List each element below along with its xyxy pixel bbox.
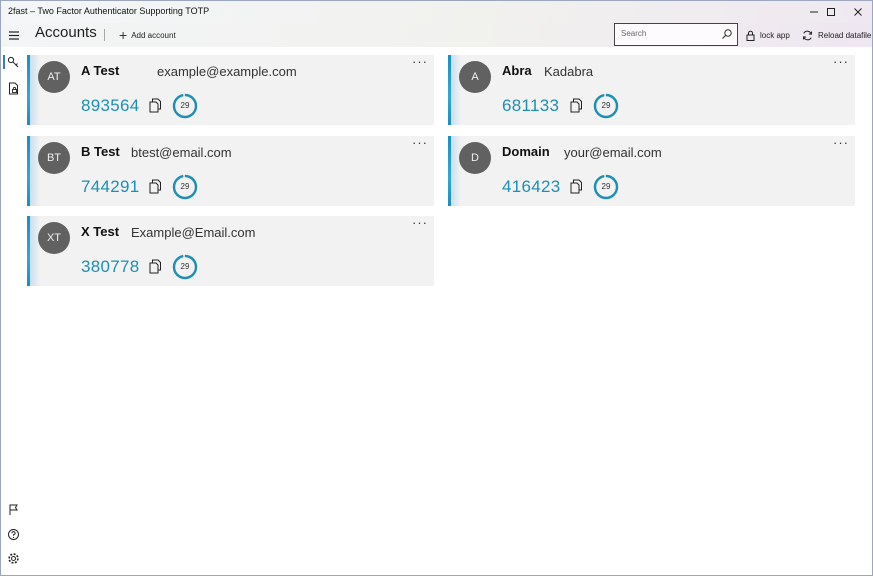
account-label: A Test	[81, 63, 120, 78]
account-avatar: A	[459, 61, 491, 93]
timer-ring: 29	[593, 93, 619, 119]
totp-code[interactable]: 380778	[81, 257, 140, 277]
account-name: Kadabra	[544, 64, 594, 79]
account-name: Example@Email.com	[131, 225, 256, 240]
totp-code[interactable]: 681133	[502, 96, 559, 116]
reload-datafile-label: Reload datafile	[818, 30, 872, 40]
card-accent-glow	[30, 136, 40, 206]
account-avatar: BT	[38, 142, 70, 174]
timer-ring: 29	[172, 174, 198, 200]
card-accent-glow	[451, 136, 461, 206]
timer-ring: 29	[172, 93, 198, 119]
add-account-button[interactable]: + Add account	[119, 27, 176, 43]
account-avatar: XT	[38, 222, 70, 254]
account-avatar: D	[459, 142, 491, 174]
copy-icon[interactable]	[149, 179, 162, 194]
refresh-icon	[802, 30, 813, 40]
more-options-button[interactable]: ···	[412, 136, 428, 149]
copy-icon[interactable]	[149, 98, 162, 113]
lock-app-label: lock app	[760, 30, 790, 40]
add-account-label: Add account	[131, 30, 176, 40]
settings-gear-icon[interactable]	[7, 552, 20, 565]
account-avatar: AT	[38, 61, 70, 93]
timer-ring: 29	[172, 254, 198, 280]
command-bar: Accounts + Add account Search lock app R…	[1, 23, 872, 47]
document-lock-icon[interactable]	[7, 82, 20, 95]
more-options-button[interactable]: ···	[412, 216, 428, 229]
totp-code[interactable]: 744291	[81, 177, 140, 197]
title-bar: 2fast – Two Factor Authenticator Support…	[1, 1, 872, 23]
account-name: your@email.com	[564, 145, 662, 160]
lock-app-button[interactable]: lock app	[746, 27, 790, 43]
account-label: B Test	[81, 144, 120, 159]
card-accent-glow	[30, 55, 40, 125]
card-accent-glow	[30, 216, 40, 286]
account-name: example@example.com	[157, 64, 297, 79]
timer-seconds: 29	[601, 182, 611, 191]
copy-icon[interactable]	[570, 98, 583, 113]
more-options-button[interactable]: ···	[833, 55, 849, 68]
account-label: X Test	[81, 224, 120, 239]
app-window: 2fast – Two Factor Authenticator Support…	[0, 0, 873, 576]
timer-ring: 29	[593, 174, 619, 200]
reload-datafile-button[interactable]: Reload datafile	[802, 27, 871, 43]
account-card[interactable]: A Abra Kadabra 681133 29 ···	[448, 55, 855, 125]
hamburger-menu-button[interactable]	[7, 28, 21, 42]
account-card[interactable]: D Domain your@email.com 416423 29 ···	[448, 136, 855, 206]
card-accent-glow	[451, 55, 461, 125]
account-label: Domain	[502, 144, 550, 159]
more-options-button[interactable]: ···	[412, 55, 428, 68]
lock-icon	[746, 30, 755, 41]
account-name: btest@email.com	[131, 145, 232, 160]
copy-icon[interactable]	[570, 179, 583, 194]
maximize-icon	[827, 8, 835, 16]
close-button[interactable]	[842, 1, 872, 23]
flag-icon[interactable]	[7, 503, 20, 516]
timer-seconds: 29	[180, 262, 190, 271]
timer-seconds: 29	[180, 182, 190, 191]
header-divider	[104, 29, 105, 41]
window-title: 2fast – Two Factor Authenticator Support…	[8, 6, 210, 16]
account-label: Abra	[502, 63, 532, 78]
search-input[interactable]: Search	[614, 23, 738, 46]
key-icon[interactable]	[7, 56, 20, 69]
search-placeholder: Search	[621, 29, 647, 38]
timer-seconds: 29	[601, 101, 611, 110]
help-icon[interactable]	[7, 528, 20, 541]
account-card[interactable]: BT B Test btest@email.com 744291 29 ···	[27, 136, 434, 206]
selected-indicator	[3, 55, 5, 69]
account-card[interactable]: AT A Test example@example.com 893564 29 …	[27, 55, 434, 125]
close-icon	[854, 8, 862, 16]
account-card[interactable]: XT X Test Example@Email.com 380778 29 ··…	[27, 216, 434, 286]
timer-seconds: 29	[180, 101, 190, 110]
page-title: Accounts	[35, 24, 97, 41]
search-icon[interactable]	[721, 28, 733, 40]
more-options-button[interactable]: ···	[833, 136, 849, 149]
hamburger-icon	[9, 31, 19, 40]
totp-code[interactable]: 893564	[81, 96, 140, 116]
navigation-sidebar	[1, 47, 25, 575]
totp-code[interactable]: 416423	[502, 177, 561, 197]
plus-icon: +	[119, 27, 128, 43]
copy-icon[interactable]	[149, 259, 162, 274]
